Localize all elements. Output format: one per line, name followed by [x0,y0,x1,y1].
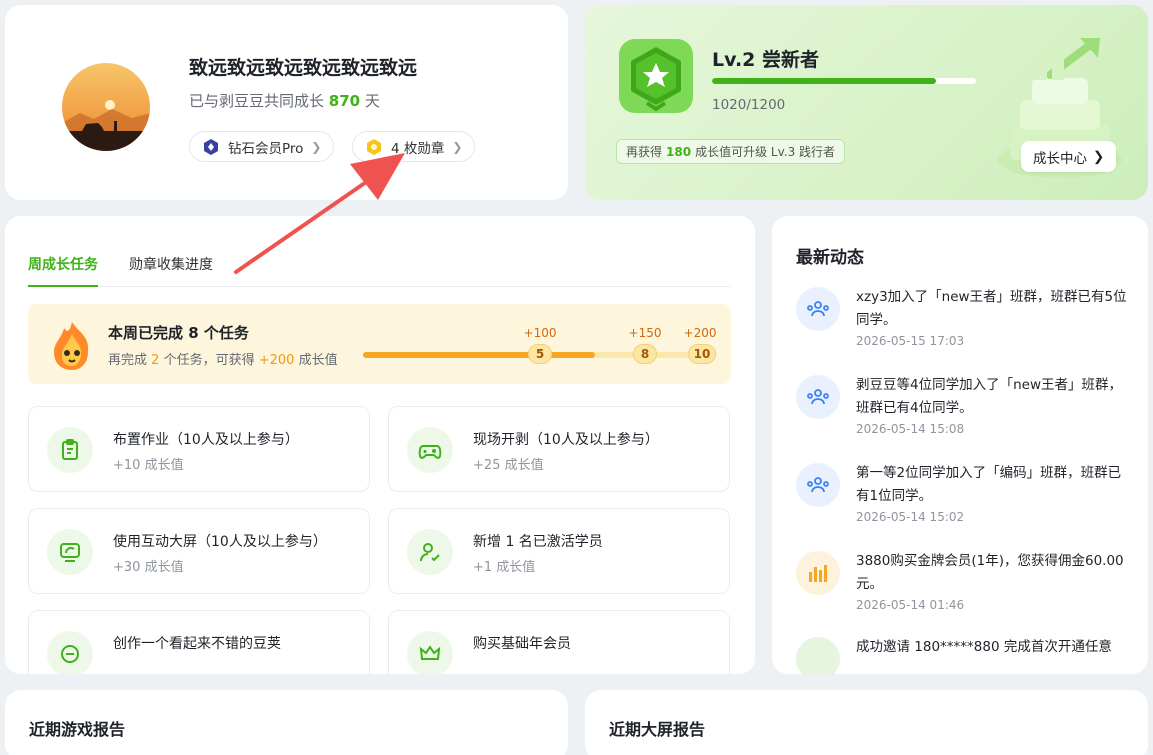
member-pill[interactable]: 钻石会员Pro ❯ [189,131,335,162]
task-item[interactable]: 购买基础年会员 [388,610,730,674]
feed-text: 剥豆豆等4位同学加入了「new王者」班群，班群已有4位同学。 [856,377,1122,416]
recent-screen-card: 近期大屏报告 [585,690,1148,755]
gamepad-icon [407,427,453,473]
task-value: +10 成长值 [113,458,184,473]
weekly-progress-box: 本周已完成 8 个任务 再完成 2 个任务，可获得 +200 成长值 +100 … [28,304,731,384]
level-progress-fill [712,78,937,84]
chevron-right-icon: ❯ [311,139,322,154]
milestone-bonus: +200 [683,326,717,340]
task-title: 购买基础年会员 [473,636,571,652]
recent-screen-title: 近期大屏报告 [609,720,706,739]
feed-text: 第一等2位同学加入了「编码」班群，班群已有1位同学。 [856,465,1122,504]
growth-days-suffix: 天 [364,92,380,110]
task-title: 布置作业（10人及以上参与） [113,432,299,448]
task-title: 使用互动大屏（10人及以上参与） [113,534,327,550]
growth-days: 已与剥豆豆共同成长 870 天 [189,90,380,111]
growth-days-prefix: 已与剥豆豆共同成长 [189,92,325,110]
group-icon [796,375,840,419]
group-icon [796,463,840,507]
summary-sub-text: 个任务，可获得 [163,353,255,368]
task-item[interactable]: 创作一个看起来不错的豆荚 [28,610,370,674]
task-tabs: 周成长任务 勋章收集进度 [28,254,731,287]
fire-mascot-icon [48,320,96,372]
tab-weekly-tasks[interactable]: 周成长任务 [28,254,98,287]
level-title: Lv.2 尝新者 [712,49,819,71]
task-title: 新增 1 名已激活学员 [473,534,603,550]
level-progress-bar [712,78,976,84]
tab-badge-progress[interactable]: 勋章收集进度 [129,254,213,287]
screen-icon [47,529,93,575]
level-note-value: 180 [666,144,692,159]
tasks-card: 周成长任务 勋章收集进度 本周已完成 8 个任务 再完成 2 个任务，可获得 +… [5,216,755,674]
level-upgrade-note: 再获得 180 成长值可升级 Lv.3 践行者 [616,139,846,164]
task-title: 现场开剥（10人及以上参与） [473,432,659,448]
clipboard-icon [47,427,93,473]
level-score: 1020/1200 [712,97,786,113]
medal-icon [365,138,383,156]
feed-time: 2026-05-14 15:02 [856,510,965,524]
milestone-bonus: +100 [523,326,557,340]
bar-chart-icon [796,551,840,595]
task-value: +30 成长值 [113,560,184,575]
growth-center-label: 成长中心 [1033,150,1087,167]
weekly-progress-fill [363,352,595,358]
task-item[interactable]: 现场开剥（10人及以上参与） +25 成长值 [388,406,730,492]
diamond-member-icon [202,138,220,156]
weekly-summary-title: 本周已完成 8 个任务 [108,324,249,342]
milestone-bonus: +150 [628,326,662,340]
task-value: +25 成长值 [473,458,544,473]
milestone-node: 5 [528,344,552,364]
news-feed-card: 最新动态 xzy3加入了「new王者」班群，班群已有5位同学。 2026-05-… [772,216,1148,674]
summary-sub-text: 再完成 [108,353,148,368]
chevron-right-icon: ❯ [452,139,463,154]
milestone-node: 10 [688,344,716,364]
profile-card: 致远致远致远致远致远致远 已与剥豆豆共同成长 870 天 钻石会员Pro ❯ 4… [5,5,568,200]
feed-text: 成功邀请 180*****880 完成首次开通任意 [856,639,1112,655]
feed-text: 3880购买金牌会员(1年)，您获得佣金60.00元。 [856,553,1124,592]
avatar[interactable] [62,63,150,151]
task-value: +1 成长值 [473,560,536,575]
level-note-suffix: 成长值可升级 Lv.3 践行者 [695,145,836,159]
feed-time: 2026-05-14 15:08 [856,422,965,436]
badges-pill[interactable]: 4 枚勋章 ❯ [352,131,476,162]
feed-time: 2026-05-15 17:03 [856,334,965,348]
badges-label: 4 枚勋章 [391,140,445,157]
task-title: 创作一个看起来不错的豆荚 [113,636,281,652]
invite-icon [796,637,840,674]
weekly-progress-track: +100 5 +150 8 +200 10 [363,326,716,364]
summary-sub-count: 2 [151,353,160,368]
chevron-right-icon: ❯ [1093,148,1105,165]
recent-games-card: 近期游戏报告 [5,690,568,755]
weekly-summary-subtitle: 再完成 2 个任务，可获得 +200 成长值 [108,349,338,368]
member-label: 钻石会员Pro [228,140,304,157]
summary-sub-value: +200 [258,353,295,368]
group-icon [796,287,840,331]
growth-center-button[interactable]: 成长中心 ❯ [1021,141,1117,172]
recent-games-title: 近期游戏报告 [29,720,126,739]
level-card: Lv.2 尝新者 1020/1200 再获得 180 成长值可升级 Lv.3 践… [585,5,1148,200]
username: 致远致远致远致远致远致远 [189,57,418,79]
user-check-icon [407,529,453,575]
task-item[interactable]: 新增 1 名已激活学员 +1 成长值 [388,508,730,594]
task-item[interactable]: 使用互动大屏（10人及以上参与） +30 成长值 [28,508,370,594]
feed-text: xzy3加入了「new王者」班群，班群已有5位同学。 [856,289,1127,328]
milestone-node: 8 [633,344,657,364]
summary-sub-text: 成长值 [298,353,338,368]
growth-days-count: 870 [328,92,361,110]
level-badge-icon [615,35,697,117]
feed-time: 2026-05-14 01:46 [856,598,965,612]
task-item[interactable]: 布置作业（10人及以上参与） +10 成长值 [28,406,370,492]
feed-title: 最新动态 [796,248,864,268]
create-icon [47,631,93,674]
crown-icon [407,631,453,674]
level-note-prefix: 再获得 [626,145,663,159]
